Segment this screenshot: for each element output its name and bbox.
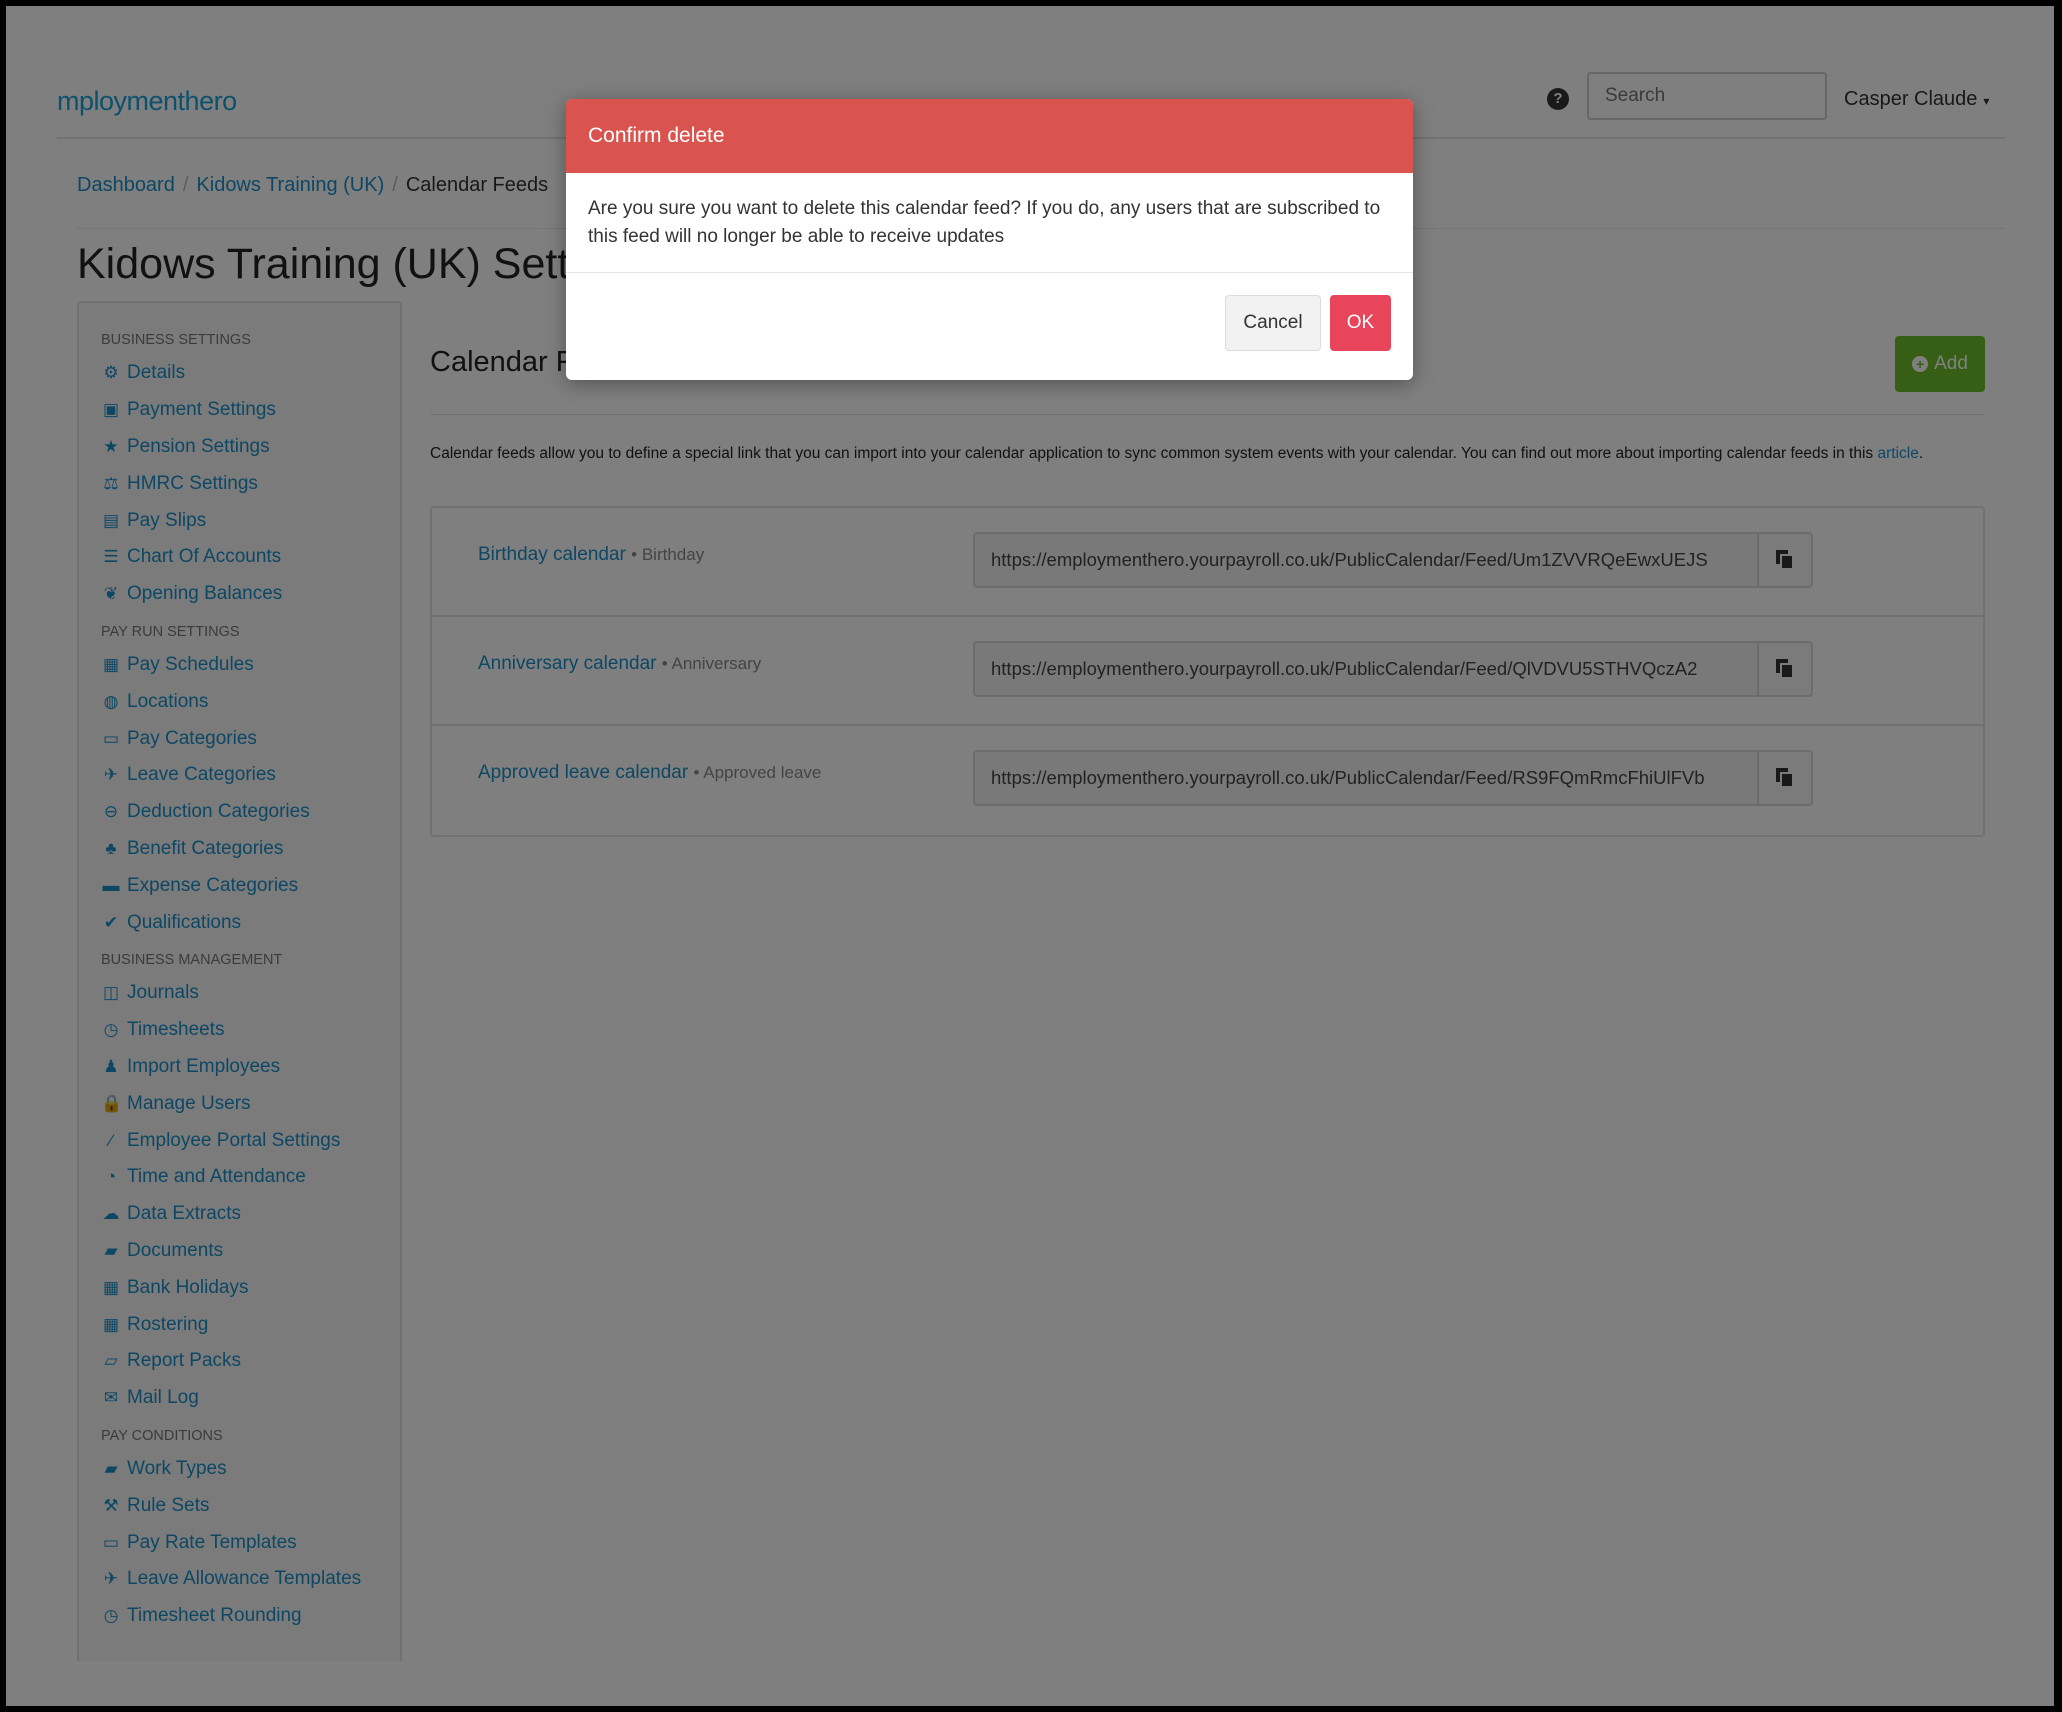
- dialog-message: Are you sure you want to delete this cal…: [566, 173, 1413, 273]
- confirm-delete-dialog: Confirm delete Are you sure you want to …: [566, 99, 1413, 380]
- ok-button[interactable]: OK: [1330, 295, 1391, 351]
- dialog-footer: Cancel OK: [566, 273, 1413, 380]
- cancel-button[interactable]: Cancel: [1225, 295, 1321, 351]
- app-window: mploymenthero ? Casper Claude▾ Dashboard…: [6, 6, 2054, 1706]
- dialog-title: Confirm delete: [566, 99, 1413, 173]
